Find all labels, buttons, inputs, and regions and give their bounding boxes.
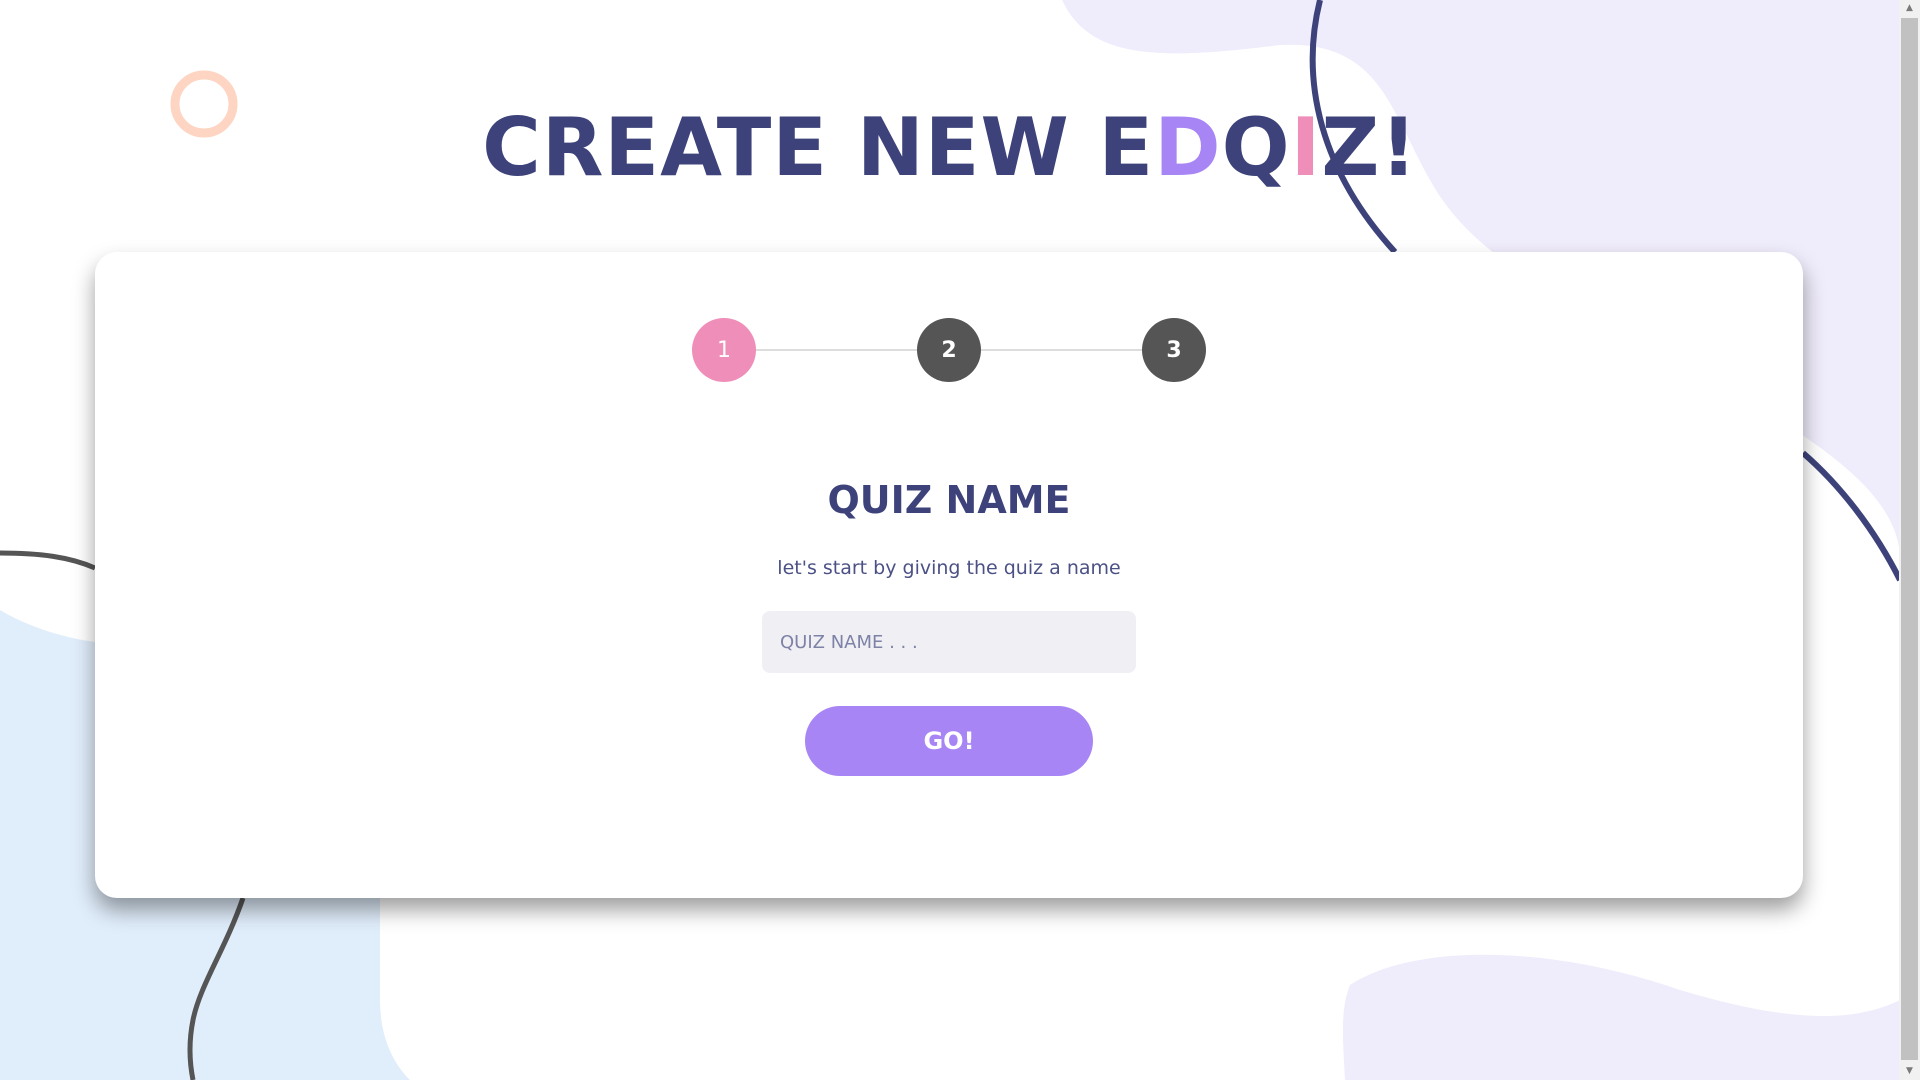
scroll-up-arrow-icon[interactable]: ▲ (1899, 0, 1920, 17)
title-letter-d: D (1154, 101, 1222, 194)
quiz-form-card: 1 2 3 QUIZ NAME let's start by giving th… (95, 252, 1803, 898)
section-subtitle: let's start by giving the quiz a name (777, 557, 1121, 579)
step-3[interactable]: 3 (1142, 318, 1206, 382)
go-button[interactable]: GO! (805, 706, 1093, 776)
gray-curve-left (0, 550, 97, 571)
section-title: QUIZ NAME (827, 478, 1071, 522)
stepper: 1 2 3 (692, 318, 1206, 382)
vertical-scrollbar[interactable]: ▲ ▼ (1899, 0, 1920, 1080)
title-prefix: CREATE NEW E (482, 101, 1155, 194)
lavender-blob-bottom-right (1342, 954, 1900, 1080)
page: CREATE NEW EDQIZ! 1 2 3 QUIZ NAME let's … (0, 0, 1920, 1080)
step-2[interactable]: 2 (917, 318, 981, 382)
title-suffix: Z! (1321, 101, 1418, 194)
step-1[interactable]: 1 (692, 318, 756, 382)
title-letter-q: Q (1221, 101, 1291, 194)
scrollbar-thumb[interactable] (1901, 18, 1918, 1060)
scroll-down-arrow-icon[interactable]: ▼ (1899, 1063, 1920, 1080)
page-title: CREATE NEW EDQIZ! (0, 90, 1900, 205)
title-letter-i: I (1290, 101, 1322, 194)
quiz-name-input[interactable] (762, 611, 1136, 673)
